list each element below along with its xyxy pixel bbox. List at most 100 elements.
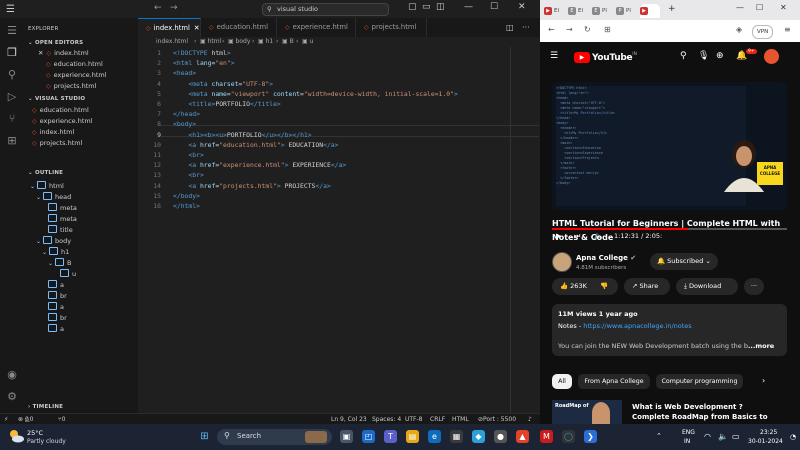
timeline-header[interactable]: › TIMELINE xyxy=(28,404,63,410)
code-line[interactable]: <br> xyxy=(173,171,203,179)
forward-arrow-icon[interactable]: → xyxy=(170,3,178,13)
file-item[interactable]: ◇ experience.html xyxy=(32,117,93,125)
reload-icon[interactable]: ↻ xyxy=(584,25,591,34)
code-line[interactable]: <a href="education.html"> EDUCATION</a> xyxy=(173,141,338,149)
share-button[interactable]: ↗ Share xyxy=(624,278,670,295)
video-player[interactable]: <!DOCTYPE html> <html lang="en"> <head> … xyxy=(552,82,787,210)
channel-name[interactable]: Apna College ✔ xyxy=(576,254,636,262)
breadcrumb-item[interactable]: ▣ B xyxy=(282,37,294,47)
outline-item[interactable]: a xyxy=(48,324,64,333)
code-line[interactable]: <br> xyxy=(173,151,203,159)
breadcrumb-item[interactable]: index.html xyxy=(156,37,188,47)
close-icon[interactable]: ✕ xyxy=(780,3,787,12)
like-dislike-button[interactable]: 👍 263K 👎 xyxy=(552,278,618,295)
vscode-taskbar-icon[interactable]: ❯ xyxy=(584,430,597,443)
file-item[interactable]: ◇ projects.html xyxy=(32,139,82,147)
hamburger-menu-icon[interactable]: ☰ xyxy=(550,51,558,61)
code-line[interactable]: <html lang="en"> xyxy=(173,59,235,67)
new-tab-icon[interactable]: + xyxy=(668,4,676,14)
outline-item[interactable]: br xyxy=(48,291,67,300)
scrollbar[interactable] xyxy=(510,47,511,413)
open-editors-header[interactable]: ⌄ OPEN EDITORS xyxy=(28,40,83,46)
back-arrow-icon[interactable]: ← xyxy=(548,25,555,34)
app-icon[interactable]: ● xyxy=(494,430,507,443)
search-icon[interactable]: ⚲ xyxy=(5,68,19,82)
outline-item[interactable]: title xyxy=(48,225,73,234)
tab-experience[interactable]: ◇ experience.html xyxy=(277,18,356,37)
chip-from-channel[interactable]: From Apna College xyxy=(578,374,650,389)
breadcrumb-item[interactable]: ▣ body xyxy=(228,37,250,47)
code-line[interactable]: </head> xyxy=(173,110,200,118)
code-line[interactable]: <a href="experience.html"> EXPERIENCE</a… xyxy=(173,161,346,169)
outline-item[interactable]: a xyxy=(48,302,64,311)
outline-item[interactable]: meta xyxy=(48,214,77,223)
code-line[interactable]: <meta charset="UTF-8"> xyxy=(173,80,273,88)
notes-link[interactable]: https://www.apnacollege.in/notes xyxy=(583,322,691,330)
clock-time[interactable]: 23:25 xyxy=(760,429,777,436)
tab-projects[interactable]: ◇ projects.html xyxy=(356,18,427,37)
weather-temperature[interactable]: 25°C xyxy=(27,429,43,437)
outline-item[interactable]: ⌄ head xyxy=(36,192,71,201)
code-line[interactable]: <head> xyxy=(173,69,196,77)
wifi-icon[interactable]: ◠ xyxy=(704,432,711,441)
chip-all[interactable]: All xyxy=(552,374,572,389)
browser-tab[interactable]: P Pl xyxy=(616,4,636,18)
video-description[interactable]: 11M views 1 year ago Notes - https://www… xyxy=(552,304,787,356)
explorer-icon[interactable]: ❐ xyxy=(5,46,19,60)
code-line[interactable]: <h1><b><u>PORTFOLIO</u></b></h1> xyxy=(173,131,311,139)
code-line[interactable]: <meta name="viewport" content="width=dev… xyxy=(173,90,457,98)
command-center-search[interactable]: ⚲ visual studio xyxy=(262,3,389,16)
weather-icon[interactable] xyxy=(8,428,24,444)
open-editor-item[interactable]: ◇ experience.html xyxy=(46,71,107,79)
volume-icon[interactable]: 🔈 xyxy=(718,432,728,441)
show-more-link[interactable]: ...more xyxy=(748,342,774,350)
code-line[interactable]: <title>PORTFOLIO</title> xyxy=(173,100,280,108)
settings-gear-icon[interactable]: ⚙ xyxy=(5,390,19,404)
split-editor-icon[interactable]: ◫ xyxy=(506,23,514,32)
open-editor-item[interactable]: ◇ projects.html xyxy=(46,82,96,90)
outline-item[interactable]: ⌄ html xyxy=(30,181,64,190)
input-region[interactable]: IN xyxy=(684,438,690,445)
youtube-logo[interactable]: ▶ YouTubeIN xyxy=(574,52,637,63)
run-debug-icon[interactable]: ▷ xyxy=(5,90,19,104)
recommended-video-title[interactable]: What is Web Development ? Complete RoadM… xyxy=(632,402,792,422)
battery-icon[interactable]: ▭ xyxy=(732,432,740,441)
panel-icon[interactable]: ▭ xyxy=(422,2,431,12)
outline-item[interactable]: u xyxy=(60,269,76,278)
tab-education[interactable]: ◇ education.html xyxy=(201,18,277,37)
outline-item[interactable]: ⌄ h1 xyxy=(42,247,69,256)
outline-item[interactable]: ⌄ B xyxy=(48,258,72,267)
widgets-icon[interactable]: ◰ xyxy=(362,430,375,443)
folder-header[interactable]: ⌄ VISUAL STUDIO xyxy=(28,96,85,102)
microphone-icon[interactable]: 🎙 xyxy=(698,51,709,61)
breadcrumb-item[interactable]: ▣ html xyxy=(200,37,221,47)
channel-avatar[interactable] xyxy=(552,252,572,272)
taskbar-search[interactable]: ⚲ Search xyxy=(217,429,332,445)
search-icon[interactable]: ⚲ xyxy=(680,51,687,61)
file-item[interactable]: ◇ index.html xyxy=(32,128,74,136)
file-explorer-icon[interactable]: ▤ xyxy=(406,430,419,443)
more-actions-icon[interactable]: ··· xyxy=(522,23,530,32)
browser-tab-active[interactable]: ▶ xyxy=(640,4,660,18)
recommended-video-thumbnail[interactable]: RoadMap of xyxy=(552,400,622,424)
outline-item[interactable]: br xyxy=(48,313,67,322)
clock-date[interactable]: 30-01-2024 xyxy=(748,438,783,445)
brave-browser-icon[interactable]: ▲ xyxy=(516,430,529,443)
create-video-icon[interactable]: ⊕ xyxy=(716,51,724,61)
input-language[interactable]: ENG xyxy=(682,429,695,436)
sidebar-icon[interactable]: ◫ xyxy=(436,2,445,12)
subscribed-button[interactable]: 🔔 Subscribed ⌄ xyxy=(650,253,718,270)
chip-computer-programming[interactable]: Computer programming xyxy=(656,374,743,389)
menu-icon[interactable]: ☰ xyxy=(6,4,15,15)
maximize-icon[interactable]: ☐ xyxy=(490,2,498,12)
app-icon[interactable]: ◆ xyxy=(472,430,485,443)
cortana-icon[interactable]: ◯ xyxy=(562,430,575,443)
maximize-icon[interactable]: ☐ xyxy=(756,3,763,12)
tracking-icon[interactable]: ◈ xyxy=(736,25,742,34)
file-item[interactable]: ◇ education.html xyxy=(32,106,89,114)
browser-tab[interactable]: ▶ El xyxy=(544,4,564,18)
breadcrumb-item[interactable]: ▣ h1 xyxy=(258,37,273,47)
code-line[interactable]: <body> xyxy=(173,120,196,128)
close-icon[interactable]: ✕ xyxy=(518,2,526,12)
outline-item[interactable]: a xyxy=(48,280,64,289)
